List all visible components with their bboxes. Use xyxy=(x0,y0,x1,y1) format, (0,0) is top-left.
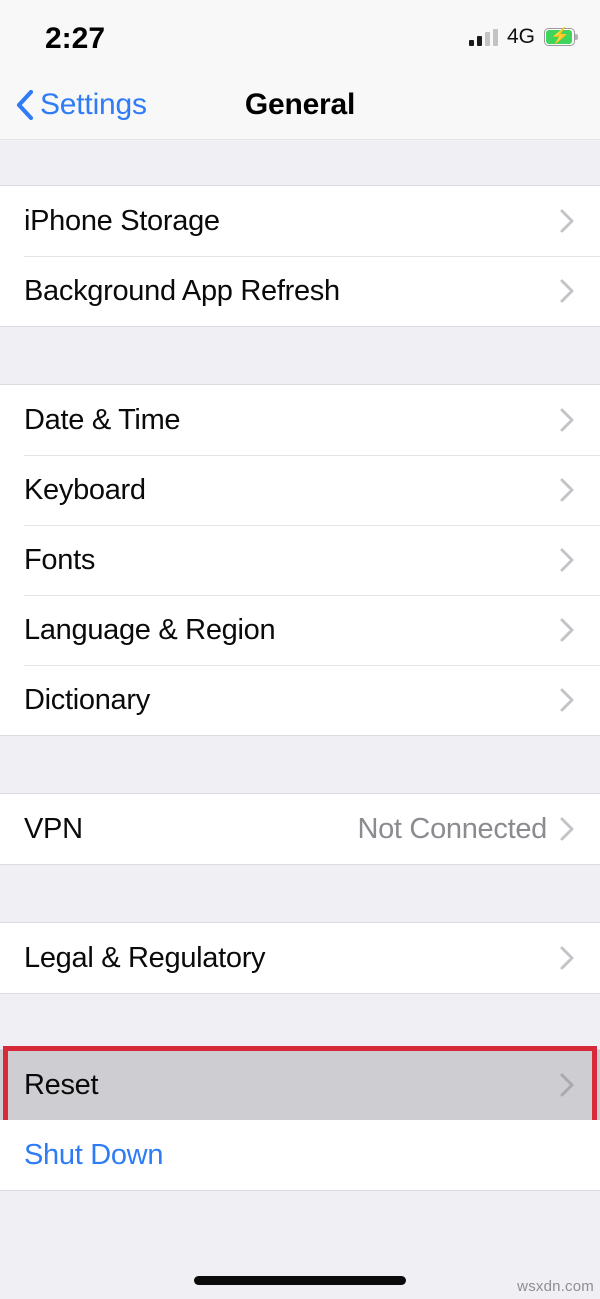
chevron-right-icon xyxy=(560,946,574,970)
row-shut-down[interactable]: Shut Down xyxy=(0,1120,600,1190)
row-background-app-refresh[interactable]: Background App Refresh xyxy=(0,256,600,326)
status-bar-time: 2:27 xyxy=(45,22,106,55)
section-gap xyxy=(0,865,600,922)
row-label: Keyboard xyxy=(24,473,146,506)
row-label: Background App Refresh xyxy=(24,274,340,307)
chevron-right-icon xyxy=(560,478,574,502)
chevron-right-icon xyxy=(560,209,574,233)
row-dictionary[interactable]: Dictionary xyxy=(0,665,600,735)
settings-group-vpn: VPN Not Connected xyxy=(0,793,600,865)
chevron-right-icon xyxy=(560,279,574,303)
reset-highlight-wrapper: Reset xyxy=(0,1046,600,1125)
row-iphone-storage[interactable]: iPhone Storage xyxy=(0,186,600,256)
row-label: Date & Time xyxy=(24,403,181,436)
status-bar: 2:27 4G ⚡ xyxy=(0,0,600,70)
row-fonts[interactable]: Fonts xyxy=(0,525,600,595)
row-label: Shut Down xyxy=(24,1138,164,1171)
row-label: Fonts xyxy=(24,543,96,576)
row-label: iPhone Storage xyxy=(24,204,220,237)
watermark: wsxdn.com xyxy=(517,1278,594,1295)
section-gap xyxy=(0,141,600,185)
settings-group-reset: Reset Shut Down xyxy=(0,1046,600,1191)
chevron-right-icon xyxy=(560,408,574,432)
row-label: Reset xyxy=(24,1068,99,1101)
chevron-right-icon xyxy=(560,817,574,841)
row-label: Language & Region xyxy=(24,613,276,646)
home-indicator[interactable] xyxy=(194,1276,406,1285)
row-vpn[interactable]: VPN Not Connected xyxy=(0,794,600,864)
row-label: VPN xyxy=(24,812,83,845)
cellular-signal-icon xyxy=(468,28,498,46)
row-value-vpn-status: Not Connected xyxy=(357,812,547,845)
network-type-label: 4G xyxy=(506,25,535,48)
section-gap xyxy=(0,994,600,1049)
page-title: General xyxy=(244,88,356,121)
iphone-settings-screen: 2:27 4G ⚡ Settings General iPhone Storag… xyxy=(0,0,600,1299)
section-gap xyxy=(0,736,600,793)
settings-group-storage: iPhone Storage Background App Refresh xyxy=(0,185,600,327)
section-gap xyxy=(0,327,600,384)
row-reset[interactable]: Reset xyxy=(0,1050,600,1120)
chevron-right-icon xyxy=(560,1073,574,1097)
chevron-right-icon xyxy=(560,548,574,572)
row-language-region[interactable]: Language & Region xyxy=(0,595,600,665)
settings-group-legal: Legal & Regulatory xyxy=(0,922,600,994)
settings-list[interactable]: iPhone Storage Background App Refresh Da… xyxy=(0,141,600,1299)
navigation-bar: Settings General xyxy=(0,70,600,140)
row-keyboard[interactable]: Keyboard xyxy=(0,455,600,525)
settings-group-system: Date & Time Keyboard Fonts Language & Re… xyxy=(0,384,600,736)
chevron-right-icon xyxy=(560,688,574,712)
row-legal-regulatory[interactable]: Legal & Regulatory xyxy=(0,923,600,993)
row-label: Dictionary xyxy=(24,683,150,716)
battery-charging-icon: ⚡ xyxy=(544,28,578,46)
row-label: Legal & Regulatory xyxy=(24,941,266,974)
row-date-time[interactable]: Date & Time xyxy=(0,385,600,455)
chevron-right-icon xyxy=(560,618,574,642)
status-bar-indicators: 4G ⚡ xyxy=(468,24,578,50)
